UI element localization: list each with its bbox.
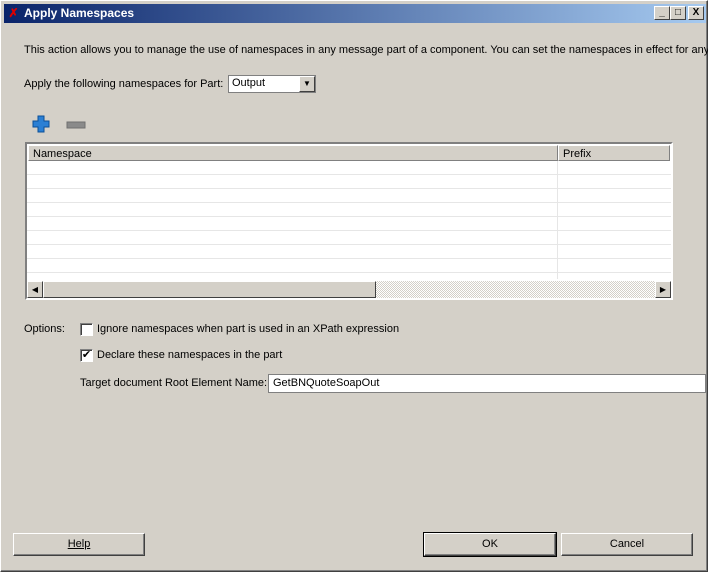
table-row[interactable] xyxy=(27,175,671,189)
help-button[interactable]: Help xyxy=(13,533,145,556)
column-divider xyxy=(557,161,558,279)
root-element-label: Target document Root Element Name: xyxy=(80,377,268,389)
ignore-namespaces-checkbox[interactable] xyxy=(80,323,93,336)
ignore-namespaces-label[interactable]: Ignore namespaces when part is used in a… xyxy=(97,323,399,335)
options-label: Options: xyxy=(24,323,65,335)
minimize-button[interactable]: _ xyxy=(654,6,670,20)
add-namespace-button[interactable] xyxy=(32,115,50,133)
window-title: Apply Namespaces xyxy=(24,6,135,20)
help-button-label: Help xyxy=(67,538,91,550)
part-label: Apply the following namespaces for Part: xyxy=(24,78,224,90)
title-bar: ✗ Apply Namespaces _ □ X xyxy=(4,4,706,23)
table-row[interactable] xyxy=(27,203,671,217)
table-row[interactable] xyxy=(27,189,671,203)
table-row[interactable] xyxy=(27,231,671,245)
remove-namespace-button[interactable] xyxy=(66,120,86,129)
root-element-input[interactable]: GetBNQuoteSoapOut xyxy=(268,374,706,393)
close-button[interactable]: X xyxy=(688,6,704,20)
checkmark-icon: ✔ xyxy=(81,349,92,361)
column-header-namespace[interactable]: Namespace xyxy=(28,145,558,161)
scroll-right-icon[interactable]: ▶ xyxy=(655,281,671,298)
chevron-down-icon[interactable]: ▼ xyxy=(299,76,315,92)
part-select[interactable]: Output ▼ xyxy=(228,75,316,93)
minus-icon xyxy=(66,121,86,129)
horizontal-scrollbar[interactable]: ◀ ▶ xyxy=(27,281,671,298)
column-header-prefix[interactable]: Prefix xyxy=(558,145,670,161)
app-icon: ✗ xyxy=(8,6,19,20)
ok-button[interactable]: OK xyxy=(423,532,557,557)
description-text: This action allows you to manage the use… xyxy=(24,44,708,56)
table-row[interactable] xyxy=(27,245,671,259)
scroll-left-icon[interactable]: ◀ xyxy=(27,281,43,298)
part-select-value: Output xyxy=(232,77,266,89)
plus-icon xyxy=(32,115,50,133)
table-row[interactable] xyxy=(27,217,671,231)
cancel-button[interactable]: Cancel xyxy=(561,533,693,556)
declare-namespaces-label[interactable]: Declare these namespaces in the part xyxy=(97,349,282,361)
scrollbar-thumb[interactable] xyxy=(43,281,376,298)
table-row[interactable] xyxy=(27,161,671,175)
maximize-button[interactable]: □ xyxy=(670,6,686,20)
table-row[interactable] xyxy=(27,259,671,273)
namespace-table: Namespace Prefix ◀ ▶ xyxy=(25,142,673,300)
declare-namespaces-checkbox[interactable]: ✔ xyxy=(80,349,93,362)
